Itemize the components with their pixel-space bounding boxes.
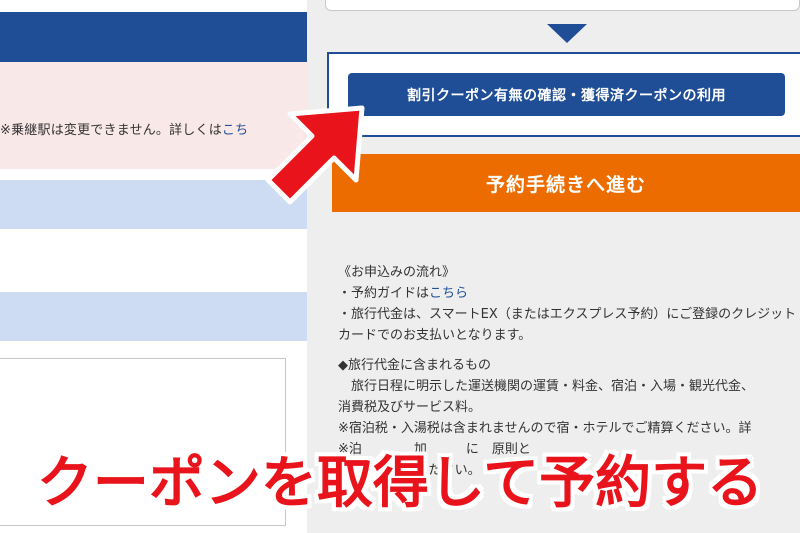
coupon-check-button[interactable]: 割引クーポン有無の確認・獲得済クーポンの利用 <box>348 73 785 116</box>
notice-text-body: ※乗継駅は変更できません。詳しくは <box>0 123 222 138</box>
included-heading: ◆旅行代金に含まれるもの <box>338 358 491 373</box>
included-line-3: ※宿泊税・入湯税は含まれませんので宿・ホテルでご精算ください。詳 <box>338 421 752 436</box>
pointer-arrow-icon <box>265 105 365 205</box>
notice-box <box>0 62 307 169</box>
guide-link[interactable]: こちら <box>429 286 468 301</box>
top-card <box>325 0 800 11</box>
notice-details-link[interactable]: こち <box>222 123 248 138</box>
payment-line-1: ・旅行代金は、スマートEX（またはエクスプレス予約）にご登録のクレジット <box>338 307 797 322</box>
notice-text: ※乗継駅は変更できません。詳しくはこち <box>0 119 248 138</box>
included-line-2: 消費税及びサービス料。 <box>338 400 482 415</box>
overlay-caption: クーポンを取得して予約する <box>36 451 764 516</box>
included-line-1: 旅行日程に明示した運送機関の運賃・料金、宿泊・入場・観光代金、 <box>338 379 755 394</box>
left-section-header <box>0 12 307 62</box>
section-band <box>0 180 307 229</box>
flow-heading: 《お申込みの流れ》 <box>338 265 456 280</box>
proceed-to-booking-button[interactable]: 予約手続きへ進む <box>332 154 800 212</box>
payment-line-2: カードでのお支払いとなります。 <box>338 328 532 343</box>
guide-prefix: ・予約ガイドは <box>338 286 430 301</box>
down-triangle-icon <box>547 24 587 43</box>
section-band <box>0 292 307 341</box>
guide-line: ・予約ガイドはこちら <box>338 283 800 304</box>
